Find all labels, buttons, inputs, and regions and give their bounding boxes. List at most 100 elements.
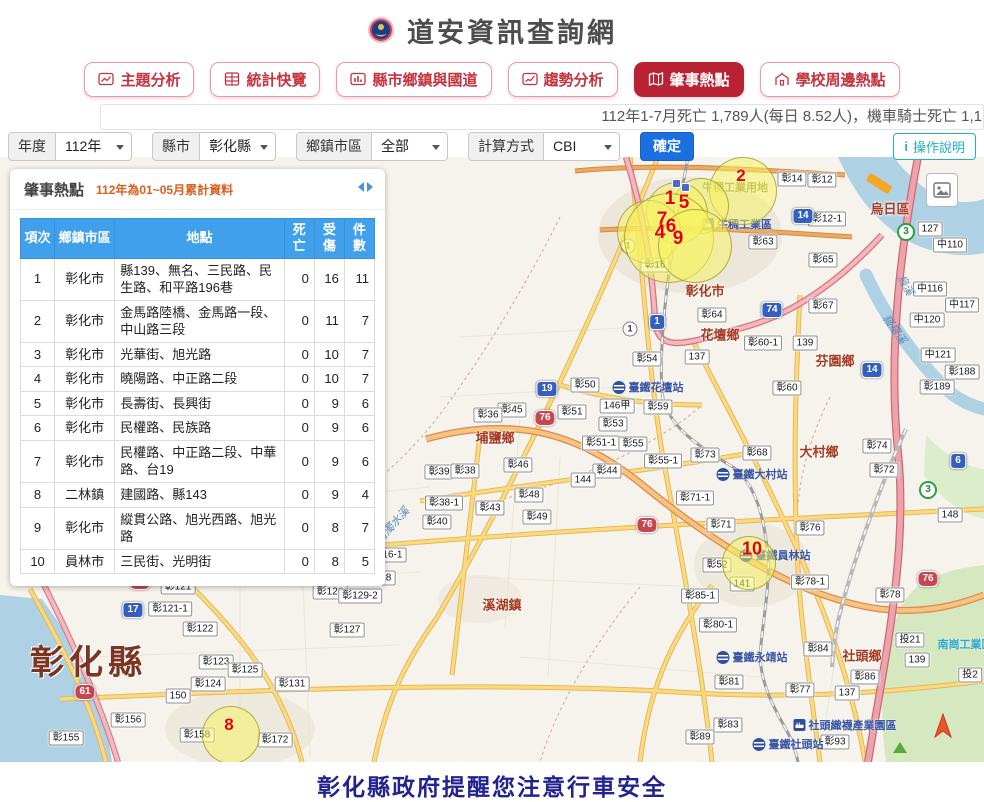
- chevron-down-icon: [260, 145, 268, 150]
- road-number-label: 139: [793, 336, 818, 351]
- road-number-label: 彰127: [330, 623, 365, 638]
- road-number-label: 彰67: [808, 299, 837, 314]
- table-row[interactable]: 10員林市三民街、光明街085: [21, 549, 375, 574]
- route-shield-red: 61: [74, 684, 95, 700]
- nav-tab-accident-hotspots[interactable]: 肇事熱點: [634, 62, 744, 97]
- table-cell: 長壽街、長興街: [115, 391, 284, 416]
- district-select[interactable]: 全部: [372, 132, 448, 161]
- hotspot-rank-number: 1: [665, 188, 676, 210]
- road-number-label: 中117: [945, 298, 979, 313]
- column-header: 項次: [21, 219, 55, 259]
- region-label: 社頭鄉: [842, 646, 881, 665]
- road-number-label: 彰76: [795, 521, 824, 536]
- road-number-label: 彰40: [422, 515, 451, 530]
- road-number-label: 彰72: [869, 463, 898, 478]
- table-row[interactable]: 3彰化市光華街、旭光路0107: [21, 342, 375, 367]
- road-number-label: 148: [938, 508, 963, 523]
- table-cell: 民權路、民族路: [115, 416, 284, 441]
- panel-subtitle: 112年為01~05月累計資料: [96, 181, 233, 198]
- hotspot-table: 項次鄉鎮市區地點死亡受傷件數 1彰化市縣139、無名、三民路、民生路、和平路19…: [20, 218, 375, 574]
- road-number-label: 中121: [921, 348, 956, 363]
- county-select[interactable]: 彰化縣: [200, 132, 276, 161]
- road-number-label: 彰68: [742, 446, 771, 461]
- road-number-label: 彰46: [503, 458, 532, 473]
- road-number-label: 彰71: [706, 518, 735, 533]
- nav-tab-county-township-national[interactable]: 縣市鄉鎮與國道: [336, 62, 491, 97]
- table-cell: 7: [344, 367, 374, 392]
- road-number-label: 彰50: [570, 378, 599, 393]
- column-header: 受傷: [314, 219, 344, 259]
- road-number-label: 彰189: [920, 380, 955, 395]
- news-ticker: 112年1-7月死亡 1,789人(每日 8.52人)，機車騎士死亡 1,1: [100, 104, 984, 130]
- table-row[interactable]: 8二林鎮建國路、縣143094: [21, 482, 375, 507]
- help-button-label: 操作說明: [913, 137, 965, 156]
- mountain-peak-icon: [893, 742, 907, 753]
- table-row[interactable]: 6彰化市民權路、民族路096: [21, 416, 375, 441]
- chevron-down-icon: [604, 145, 612, 150]
- road-number-label: 彰51: [557, 405, 586, 420]
- rail-station-icon: [717, 651, 730, 664]
- station-name: 臺鐵花壇站: [629, 379, 684, 395]
- table-cell: 彰化市: [55, 300, 115, 342]
- table-row[interactable]: 1彰化市縣139、無名、三民路、民生路、和平路196巷01611: [21, 258, 375, 300]
- station-label: 臺鐵永靖站: [717, 649, 788, 665]
- column-header: 鄉鎮市區: [55, 219, 115, 259]
- table-row[interactable]: 2彰化市金馬路陸橋、金馬路一段、中山路三段0117: [21, 300, 375, 342]
- table-cell: 縱貫公路、旭光西路、旭光路: [115, 507, 284, 549]
- collapse-panel-icon[interactable]: [358, 182, 373, 192]
- road-number-label: 彰71-1: [676, 491, 714, 506]
- table-cell: 光華街、旭光路: [115, 342, 284, 367]
- filter-group-method: 計算方式CBI: [468, 132, 620, 161]
- road-number-label: 中116: [913, 282, 947, 297]
- table-cell: 二林鎮: [55, 482, 115, 507]
- table-row[interactable]: 4彰化市曉陽路、中正路二段0107: [21, 367, 375, 392]
- road-number-label: 150: [166, 689, 191, 704]
- site-logo-icon: [367, 16, 395, 44]
- station-label: 臺鐵大村站: [717, 466, 788, 482]
- table-cell: 10: [314, 342, 344, 367]
- nav-tab-school-hotspots[interactable]: 學校周邊熱點: [760, 62, 900, 97]
- station-label: 社頭織襪產業園區: [794, 717, 897, 733]
- table-cell: 9: [314, 391, 344, 416]
- nav-tab-theme-analysis[interactable]: 主題分析: [84, 62, 194, 97]
- compass-north-icon[interactable]: [932, 713, 954, 744]
- help-button[interactable]: i 操作說明: [893, 133, 976, 160]
- nav-tab-label: 縣市鄉鎮與國道: [372, 69, 477, 90]
- road-number-label: 彰44: [592, 464, 621, 479]
- route-shield-red: 76: [534, 410, 555, 426]
- selected-value: 彰化縣: [209, 136, 251, 156]
- road-number-label: 彰49: [522, 510, 551, 525]
- info-icon: i: [904, 139, 908, 154]
- nav-tab-trend-analysis[interactable]: 趨勢分析: [508, 62, 618, 97]
- basemap-layers-button[interactable]: [926, 173, 958, 207]
- table-cell: 7: [344, 342, 374, 367]
- column-header: 件數: [344, 219, 374, 259]
- road-number-label: 彰122: [183, 622, 218, 637]
- rail-station-icon: [613, 381, 626, 394]
- road-number-label: 137: [685, 350, 710, 365]
- table-row[interactable]: 9彰化市縱貫公路、旭光西路、旭光路087: [21, 507, 375, 549]
- nav-tab-stats-overview[interactable]: 統計快覽: [210, 62, 320, 97]
- road-number-label: 彰14: [777, 172, 806, 187]
- confirm-button[interactable]: 確定: [640, 132, 694, 161]
- nav-tab-label: 肇事熱點: [670, 69, 730, 90]
- table-row[interactable]: 7彰化市民權路、中正路二段、中華路、台19096: [21, 440, 375, 482]
- road-number-label: 彰65: [808, 253, 837, 268]
- road-number-label: 彰64: [697, 308, 726, 323]
- road-number-label: 彰78: [875, 588, 904, 603]
- table-cell: 彰化市: [55, 258, 115, 300]
- method-select[interactable]: CBI: [544, 132, 620, 161]
- road-number-label: 彰36: [473, 408, 502, 423]
- road-number-label: 彰83: [713, 718, 742, 733]
- table-cell: 民權路、中正路二段、中華路、台19: [115, 440, 284, 482]
- road-number-label: 彰55: [618, 437, 647, 452]
- nav-tab-label: 學校周邊熱點: [796, 69, 886, 90]
- year-select[interactable]: 112年: [56, 132, 132, 161]
- map-canvas[interactable]: 彰化市花壇鄉芬園鄉大村鄉埔鹽鄉溪湖鎮烏日區社頭鄉彰14彰12彰12-1彰6512…: [0, 157, 984, 762]
- route-shield-blue: 14: [861, 362, 882, 378]
- road-number-label: 投21: [895, 633, 924, 648]
- table-row[interactable]: 5彰化市長壽街、長興街096: [21, 391, 375, 416]
- station-name: 臺鐵大村站: [733, 466, 788, 482]
- line-chart-icon: [98, 71, 114, 87]
- table-cell: 5: [344, 549, 374, 574]
